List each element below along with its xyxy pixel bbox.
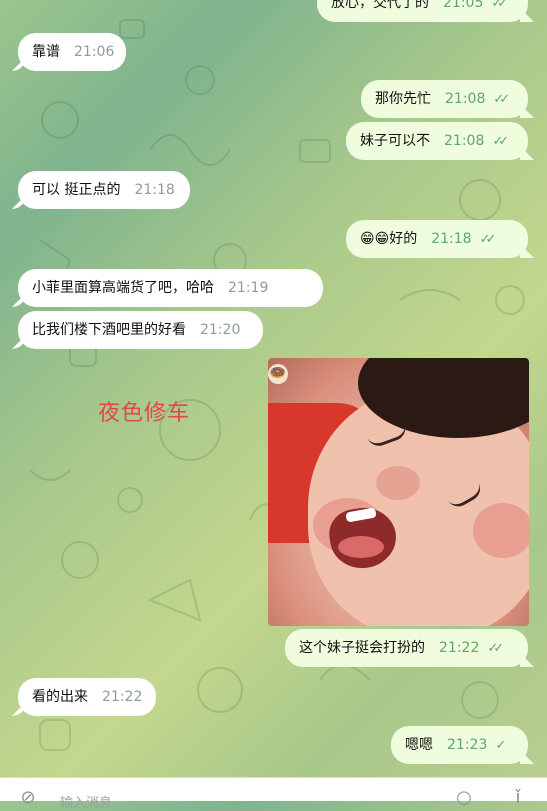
message-input-bar: ⊘ 输入消息 ○ ǐ: [0, 777, 547, 811]
message-time: 21:19: [228, 280, 269, 296]
message-time: 21:08: [444, 133, 485, 149]
double-check-icon: ✓✓: [492, 134, 509, 149]
message-text: 放心，交代了的: [331, 0, 429, 11]
message-text: 靠谱: [32, 44, 60, 60]
single-check-icon: ✓: [495, 738, 507, 753]
message-time: 21:05: [443, 0, 484, 11]
message-time: 21:08: [445, 91, 486, 107]
message-bubble-outgoing[interactable]: 放心，交代了的 21:05 ✓✓: [317, 0, 528, 22]
message-time: 21:06: [74, 44, 115, 60]
message-time: 21:22: [439, 640, 480, 656]
message-text: 那你先忙: [375, 91, 431, 107]
message-bubble-incoming[interactable]: 看的出来 21:22: [18, 678, 156, 716]
message-time: 21:23: [447, 737, 488, 753]
message-bubble-incoming[interactable]: 小菲里面算高端货了吧，哈哈 21:19: [18, 269, 323, 307]
message-time: 21:18: [431, 231, 472, 247]
message-text: 妹子可以不: [360, 133, 430, 149]
message-text: 😁😁好的: [360, 231, 418, 247]
message-bubble-incoming[interactable]: 靠谱 21:06: [18, 33, 126, 71]
donut-sticker-icon: 🍩: [268, 364, 288, 384]
watermark-text: 夜色修车: [98, 401, 191, 426]
double-check-icon: ✓✓: [493, 92, 510, 107]
emoji-icon[interactable]: ○: [454, 788, 474, 808]
tongue: [338, 536, 384, 558]
message-text: 小菲里面算高端货了吧，哈哈: [32, 280, 214, 296]
cheek-right: [473, 503, 529, 558]
photo-message[interactable]: [268, 358, 529, 626]
message-time: 21:22: [102, 689, 143, 705]
message-text: 看的出来: [32, 689, 88, 705]
microphone-icon[interactable]: ǐ: [508, 788, 528, 808]
double-check-icon: ✓✓: [487, 641, 504, 656]
message-bubble-incoming[interactable]: 可以 挺正点的 21:18: [18, 171, 190, 209]
message-text: 比我们楼下酒吧里的好看: [32, 322, 186, 338]
attach-icon[interactable]: ⊘: [18, 788, 38, 808]
message-text: 嗯嗯: [405, 737, 433, 753]
nose: [376, 466, 420, 500]
message-bubble-outgoing[interactable]: 嗯嗯 21:23 ✓: [391, 726, 528, 764]
message-bubble-outgoing[interactable]: 妹子可以不 21:08 ✓✓: [346, 122, 528, 160]
message-bubble-outgoing[interactable]: 😁😁好的 21:18 ✓✓: [346, 220, 528, 258]
message-input[interactable]: 输入消息: [60, 792, 112, 811]
message-text: 这个妹子挺会打扮的: [299, 640, 425, 656]
message-bubble-incoming[interactable]: 比我们楼下酒吧里的好看 21:20: [18, 311, 263, 349]
double-check-icon: ✓✓: [491, 0, 508, 11]
message-bubble-outgoing[interactable]: 这个妹子挺会打扮的 21:22 ✓✓: [285, 629, 528, 667]
double-check-icon: ✓✓: [479, 232, 497, 247]
message-time: 21:20: [200, 322, 241, 338]
message-time: 21:18: [134, 182, 175, 198]
message-text: 可以 挺正点的: [32, 182, 121, 198]
message-bubble-outgoing[interactable]: 那你先忙 21:08 ✓✓: [361, 80, 528, 118]
